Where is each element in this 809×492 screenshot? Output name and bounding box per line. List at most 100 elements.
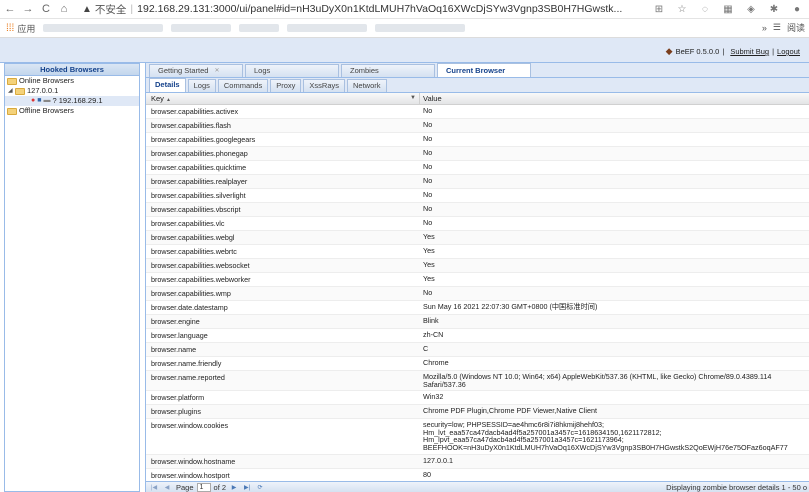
apps-grid-icon: ⁞⁞⁞ <box>6 22 15 34</box>
last-page-icon[interactable]: ▶| <box>242 484 252 491</box>
table-row[interactable]: browser.name C <box>146 343 809 357</box>
logout-link[interactable]: Logout <box>777 47 800 56</box>
row-key: browser.capabilities.realplayer <box>151 177 248 186</box>
table-row[interactable]: browser.window.cookies security=low; PHPS… <box>146 419 809 455</box>
table-row[interactable]: browser.platform Win32 <box>146 391 809 406</box>
table-row[interactable]: browser.capabilities.websocket Yes <box>146 259 809 273</box>
row-key: browser.capabilities.webgl <box>151 233 235 242</box>
tree-online-browsers[interactable]: Online Browsers <box>5 76 139 86</box>
pager-toolbar: |◀ ◀ Page 1 of 2 ▶ ▶| ⟳ Displaying zombi… <box>146 481 809 492</box>
column-header-key[interactable]: Key ▲ ▼ <box>146 93 420 104</box>
table-row[interactable]: browser.window.hostname 127.0.0.1 <box>146 454 809 469</box>
row-value: No <box>423 176 433 185</box>
table-row[interactable]: browser.capabilities.phonegap No <box>146 147 809 161</box>
table-row[interactable]: browser.capabilities.activex No <box>146 105 809 119</box>
table-row[interactable]: browser.capabilities.silverlight No <box>146 189 809 203</box>
star-icon[interactable]: ☆ <box>674 1 690 17</box>
row-value: Sun May 16 2021 22:07:30 GMT+0800 (中国标准时… <box>423 302 598 311</box>
table-row[interactable]: browser.capabilities.webrtc Yes <box>146 245 809 259</box>
table-row[interactable]: browser.capabilities.webworker Yes <box>146 273 809 287</box>
translate-icon[interactable]: ⊞ <box>651 1 667 17</box>
subtab-logs[interactable]: Logs <box>187 79 216 92</box>
first-page-icon[interactable]: |◀ <box>149 484 159 491</box>
row-value: No <box>423 106 433 115</box>
home-icon[interactable]: ⌂ <box>56 1 72 17</box>
table-row[interactable]: browser.window.hostport 80 <box>146 469 809 481</box>
row-value: Chrome PDF Plugin,Chrome PDF Viewer,Nati… <box>423 406 598 416</box>
bookmark-placeholder[interactable] <box>287 24 368 32</box>
tab-current-browser[interactable]: Current Browser <box>437 63 531 77</box>
expand-icon[interactable]: ◢ <box>8 86 15 96</box>
close-icon[interactable]: ✕ <box>214 65 219 77</box>
subtab-xssrays[interactable]: XssRays <box>303 79 345 92</box>
bookmarks-bar: ⁞⁞⁞ 应用 » ☰ 阅读 <box>0 19 809 38</box>
row-key: browser.capabilities.silverlight <box>151 191 246 200</box>
tab-zombies[interactable]: Zombies <box>341 64 435 77</box>
profile-icon[interactable]: ● <box>789 1 805 17</box>
table-row[interactable]: browser.plugins Chrome PDF Plugin,Chrome … <box>146 405 809 420</box>
subtab-proxy[interactable]: Proxy <box>270 79 302 92</box>
table-row[interactable]: browser.date.datestamp Sun May 16 2021 22… <box>146 301 809 315</box>
separator: | <box>722 47 725 56</box>
row-key: browser.engine <box>151 317 200 326</box>
sort-asc-icon: ▲ <box>165 97 171 103</box>
column-menu-icon[interactable]: ▼ <box>410 93 416 104</box>
bookmark-placeholder[interactable] <box>43 24 164 32</box>
table-row[interactable]: browser.name.friendly Chrome <box>146 357 809 371</box>
page-of-label: of 2 <box>213 482 227 492</box>
bookmark-placeholder[interactable] <box>239 24 280 32</box>
folder-icon <box>7 107 17 115</box>
row-key: browser.capabilities.webrtc <box>151 247 237 256</box>
refresh-icon[interactable]: ⟳ <box>255 484 265 491</box>
table-row[interactable]: browser.capabilities.realplayer No <box>146 175 809 189</box>
table-row[interactable]: browser.capabilities.webgl Yes <box>146 231 809 245</box>
puzzle-icon[interactable]: ✱ <box>766 1 782 17</box>
table-row[interactable]: browser.capabilities.wmp No <box>146 287 809 301</box>
row-key: browser.capabilities.activex <box>151 107 239 116</box>
tree-browser-entry[interactable]: ● ■ ▬ ? 192.168.29.1 <box>5 96 139 106</box>
hooked-browsers-panel: Hooked Browsers Online Browsers ◢ 127.0.… <box>4 63 140 492</box>
tab-getting-started[interactable]: Getting Started ✕ <box>149 64 243 77</box>
grid-icon[interactable]: ▦ <box>720 1 736 17</box>
subtab-network[interactable]: Network <box>347 79 387 92</box>
reading-list-label[interactable]: 阅读 <box>787 21 805 34</box>
table-row[interactable]: browser.capabilities.googlegears No <box>146 133 809 147</box>
table-row[interactable]: browser.capabilities.vbscript No <box>146 203 809 217</box>
table-row[interactable]: browser.language zh-CN <box>146 329 809 343</box>
table-row[interactable]: browser.capabilities.flash No <box>146 119 809 133</box>
back-icon[interactable]: ← <box>2 1 18 17</box>
table-row[interactable]: browser.capabilities.vlc No <box>146 217 809 231</box>
page-label: Page <box>176 482 194 492</box>
beef-header: ◆ BeEF 0.5.0.0 | Submit Bug | Logout <box>0 38 809 63</box>
column-header-value[interactable]: Value <box>420 93 809 104</box>
bookmark-placeholder[interactable] <box>375 24 466 32</box>
subtab-commands[interactable]: Commands <box>217 79 269 92</box>
row-key: browser.name.reported <box>151 373 225 382</box>
table-row[interactable]: browser.engine Blink <box>146 315 809 329</box>
forward-icon[interactable]: → <box>20 1 36 17</box>
apps-bookmark[interactable]: ⁞⁞⁞ 应用 <box>6 22 35 35</box>
extension-icon[interactable]: ◌ <box>697 1 713 17</box>
shield-icon[interactable]: ◈ <box>743 1 759 17</box>
address-bar[interactable]: ▲ 不安全 | 192.168.29.131:3000/ui/panel#id=… <box>82 1 638 18</box>
table-row[interactable]: browser.name.reported Mozilla/5.0 (Window… <box>146 371 809 392</box>
bookmark-placeholder[interactable] <box>171 24 232 32</box>
row-value: No <box>423 190 433 199</box>
tree-offline-browsers[interactable]: Offline Browsers <box>5 106 139 116</box>
row-key: browser.language <box>151 331 208 340</box>
more-bookmarks-icon[interactable]: » <box>762 23 767 33</box>
page-input[interactable]: 1 <box>196 482 211 492</box>
row-value: No <box>423 204 433 213</box>
details-grid: browser.capabilities.activex No browser.ca… <box>146 105 809 481</box>
row-value: C <box>423 344 429 353</box>
tab-logs[interactable]: Logs <box>245 64 339 77</box>
tree-ip-group[interactable]: ◢ 127.0.0.1 <box>5 86 139 96</box>
windows-icon: ■ <box>37 97 42 104</box>
table-row[interactable]: browser.capabilities.quicktime No <box>146 161 809 175</box>
reload-icon[interactable]: C <box>38 1 54 17</box>
prev-page-icon[interactable]: ◀ <box>162 484 172 491</box>
subtab-details[interactable]: Details <box>149 78 186 92</box>
next-page-icon[interactable]: ▶ <box>229 484 239 491</box>
submit-bug-link[interactable]: Submit Bug <box>730 47 769 56</box>
reading-list-icon[interactable]: ☰ <box>773 22 781 33</box>
